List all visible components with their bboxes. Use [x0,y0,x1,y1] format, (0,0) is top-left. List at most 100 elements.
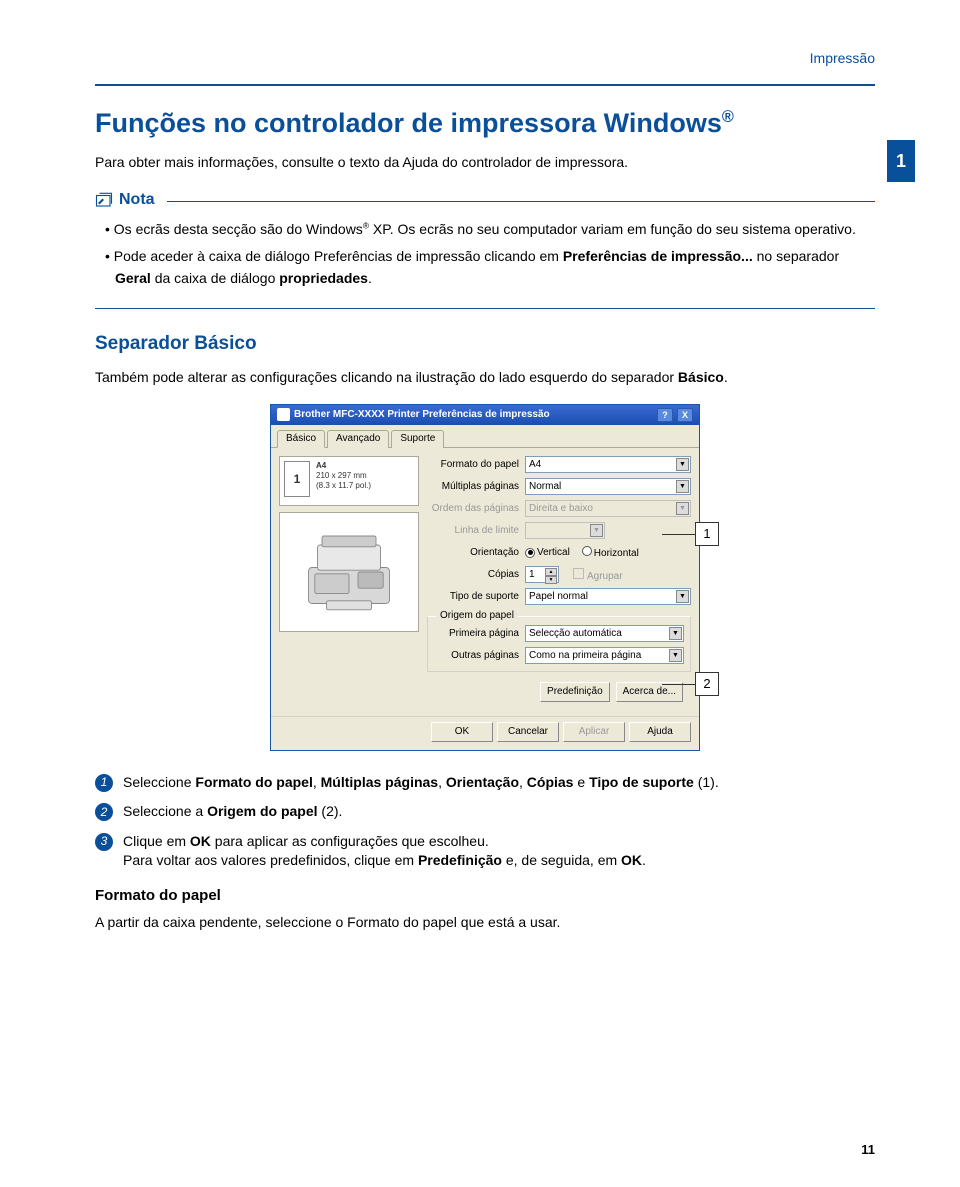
nota-header: Nota [95,191,875,209]
s3b: OK [190,833,211,849]
pencil-note-icon [95,191,113,209]
nota-bullet-1: Os ecrãs desta secção são do Windows® XP… [105,219,875,241]
callout-2-box: 2 [695,672,719,696]
radio-vertical-label: Vertical [537,547,570,558]
combo-outras[interactable]: Como na primeira página▼ [525,647,684,664]
spinner-copias[interactable]: 1 ▲▼ [525,566,559,583]
steps-list: 1 Seleccione Formato do papel, Múltiplas… [95,773,875,871]
nota-heading: Nota [119,191,155,209]
print-preferences-dialog: Brother MFC-XXXX Printer Preferências de… [270,404,700,751]
paper-preview-rect: 1 [284,461,310,497]
row-linha: Linha de limite ▼ [427,522,691,540]
s1b: Formato do papel [195,774,312,790]
nota-b2-d: Geral [115,270,151,286]
callout-1-line [662,534,695,535]
label-formato: Formato do papel [427,459,519,470]
close-button[interactable]: X [677,408,693,422]
chevron-up-icon: ▲ [545,568,557,576]
combo-tipo[interactable]: Papel normal▼ [525,588,691,605]
tab-suporte[interactable]: Suporte [391,430,444,448]
dialog-title: Brother MFC-XXXX Printer Preferências de… [294,409,550,420]
s3h: . [642,852,646,868]
label-tipo: Tipo de suporte [427,591,519,602]
row-tipo: Tipo de suporte Papel normal▼ [427,588,691,606]
step-3-body: Clique em OK para aplicar as configuraçõ… [123,832,875,871]
chevron-down-icon: ▼ [676,480,689,493]
callout-2: 2 [695,672,719,696]
inner-button-row: Predefinição Acerca de... [427,676,691,708]
tab-avancado[interactable]: Avançado [327,430,389,448]
row-ordem: Ordem das páginas Direita e baixo▼ [427,500,691,518]
printer-illustration[interactable] [279,512,419,632]
paper-name: A4 [316,461,371,471]
step-2-body: Seleccione a Origem do papel (2). [123,802,875,822]
combo-multiplas[interactable]: Normal▼ [525,478,691,495]
s1e: , [438,774,446,790]
legend-origem: Origem do papel [436,610,518,621]
row-formato: Formato do papel A4▼ [427,456,691,474]
val-copias: 1 [529,569,535,580]
chevron-down-icon: ▼ [545,576,557,584]
s1h: Cópias [527,774,574,790]
right-pane: Formato do papel A4▼ Múltiplas páginas N… [427,456,691,708]
nota-b1-b: XP. Os ecrãs no seu computador variam em… [369,221,856,237]
combo-formato[interactable]: A4▼ [525,456,691,473]
sep-p-b: Básico [678,369,724,385]
tabs-row: Básico Avançado Suporte [271,425,699,448]
s1j: Tipo de suporte [589,774,694,790]
app-icon [277,408,290,421]
dialog-body: 1 A4 210 x 297 mm (8.3 x 11.7 pol.) [271,448,699,716]
intro-paragraph: Para obter mais informações, consulte o … [95,153,875,173]
chapter-tab: 1 [887,140,915,182]
label-agrupar: Agrupar [587,571,623,582]
section-label: Impressão [95,50,875,66]
row-copias: Cópias 1 ▲▼ Agrupar [427,566,691,584]
s1k: (1). [694,774,719,790]
paper-size-mm: 210 x 297 mm [316,471,371,481]
title-text: Funções no controlador de impressora Win… [95,108,722,138]
s1c: , [313,774,321,790]
tab-basico[interactable]: Básico [277,430,325,448]
label-ordem: Ordem das páginas [427,503,519,514]
paper-text: A4 210 x 297 mm (8.3 x 11.7 pol.) [316,461,371,492]
callout-1: 1 [695,522,719,546]
s3e: Predefinição [418,852,502,868]
ajuda-button[interactable]: Ajuda [629,722,691,742]
sep-p-c: . [724,369,728,385]
s1f: Orientação [446,774,519,790]
ok-button[interactable]: OK [431,722,493,742]
val-formato: A4 [529,459,541,470]
fieldset-origem: Origem do papel Primeira página Selecção… [427,616,691,672]
s3c: para aplicar as configurações que escolh… [211,833,489,849]
step-num-1: 1 [95,774,113,792]
radio-horizontal[interactable]: Horizontal [582,546,639,559]
sep-p-a: Também pode alterar as configurações cli… [95,369,678,385]
s1d: Múltiplas páginas [321,774,438,790]
cancelar-button[interactable]: Cancelar [497,722,559,742]
val-ordem: Direita e baixo [529,503,593,514]
val-primeira: Selecção automática [529,628,622,639]
s1a: Seleccione [123,774,195,790]
separador-paragraph: Também pode alterar as configurações cli… [95,367,875,388]
s1g: , [519,774,527,790]
combo-primeira[interactable]: Selecção automática▼ [525,625,684,642]
radio-horizontal-label: Horizontal [594,548,639,559]
step-1-body: Seleccione Formato do papel, Múltiplas p… [123,773,875,793]
predef-button[interactable]: Predefinição [540,682,610,702]
nota-b2-e: da caixa de diálogo [151,270,279,286]
label-orient: Orientação [427,547,519,558]
paper-size-in: (8.3 x 11.7 pol.) [316,481,371,491]
acerca-button[interactable]: Acerca de... [616,682,683,702]
label-outras: Outras páginas [434,650,519,661]
s2a: Seleccione a [123,803,207,819]
dialog-button-row: OK Cancelar Aplicar Ajuda [271,716,699,750]
radio-vertical[interactable]: Vertical [525,547,570,558]
aplicar-button[interactable]: Aplicar [563,722,625,742]
paper-info-box[interactable]: 1 A4 210 x 297 mm (8.3 x 11.7 pol.) [279,456,419,506]
registered-mark: ® [722,108,734,126]
step-3: 3 Clique em OK para aplicar as configura… [95,832,875,871]
help-button[interactable]: ? [657,408,673,422]
separador-heading: Separador Básico [95,333,875,355]
label-linha: Linha de limite [427,525,519,536]
printer-icon [294,527,404,617]
